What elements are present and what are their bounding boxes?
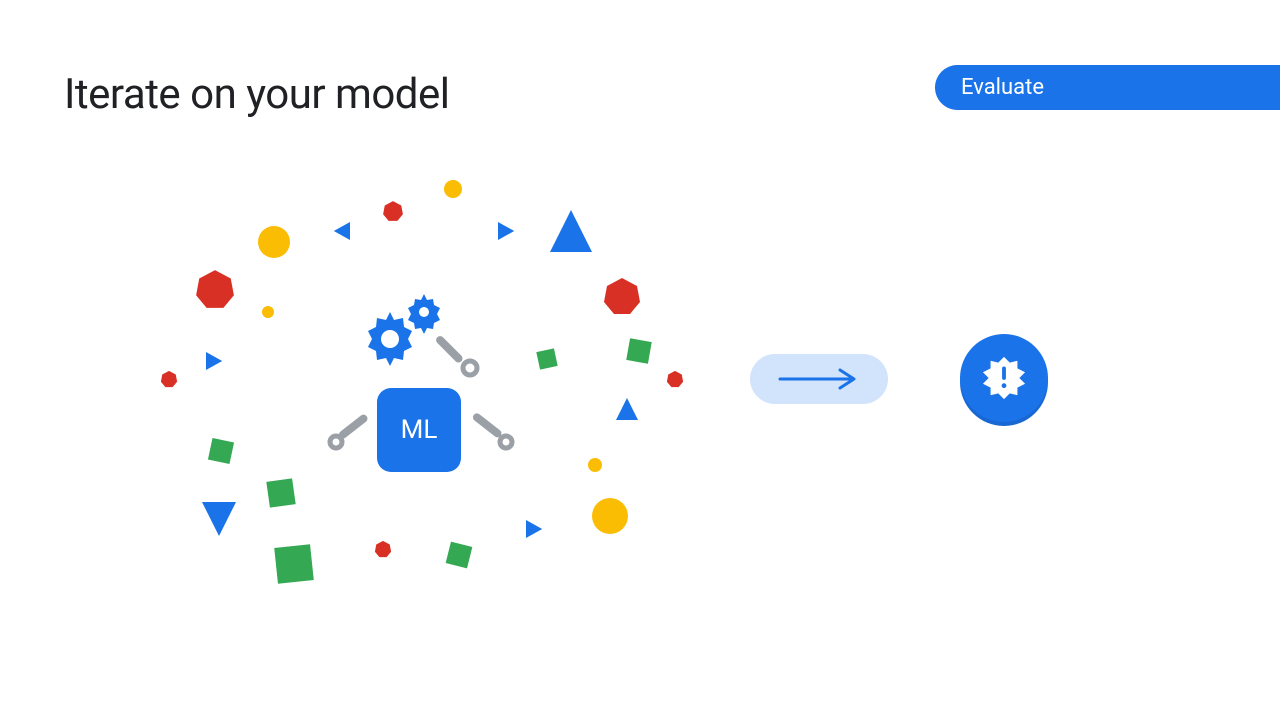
heptagon-icon [382,200,404,222]
circle-icon [592,498,628,534]
square-icon [274,544,314,584]
triangle-icon [206,352,224,370]
circle-icon [262,306,274,318]
wrench-icon [456,398,516,458]
triangle-icon [550,210,592,252]
circle-icon [588,458,602,472]
starburst-alert-icon [981,355,1027,401]
square-icon [536,348,557,369]
arrow-pill [750,354,888,404]
square-icon [626,338,651,363]
triangle-icon [202,502,236,536]
triangle-icon [498,222,516,240]
gears-icon [362,292,448,372]
output-badge [960,334,1048,422]
heptagon-icon [160,370,178,388]
triangle-icon [526,520,544,538]
triangle-icon [616,398,638,420]
ml-block-label: ML [401,415,438,445]
ml-block: ML [377,388,461,472]
triangle-icon [332,222,350,240]
circle-icon [258,226,290,258]
shape-scatter: ML [150,130,710,610]
heptagon-icon [194,268,236,310]
heptagon-icon [374,540,392,558]
stage-badge: Evaluate [935,65,1280,110]
heptagon-icon [602,276,642,316]
square-icon [208,438,234,464]
heptagon-icon [666,370,684,388]
circle-icon [444,180,462,198]
arrow-right-icon [774,367,864,391]
square-icon [446,542,473,569]
stage-badge-label: Evaluate [961,75,1044,100]
square-icon [266,478,295,507]
slide-title: Iterate on your model [64,70,449,119]
